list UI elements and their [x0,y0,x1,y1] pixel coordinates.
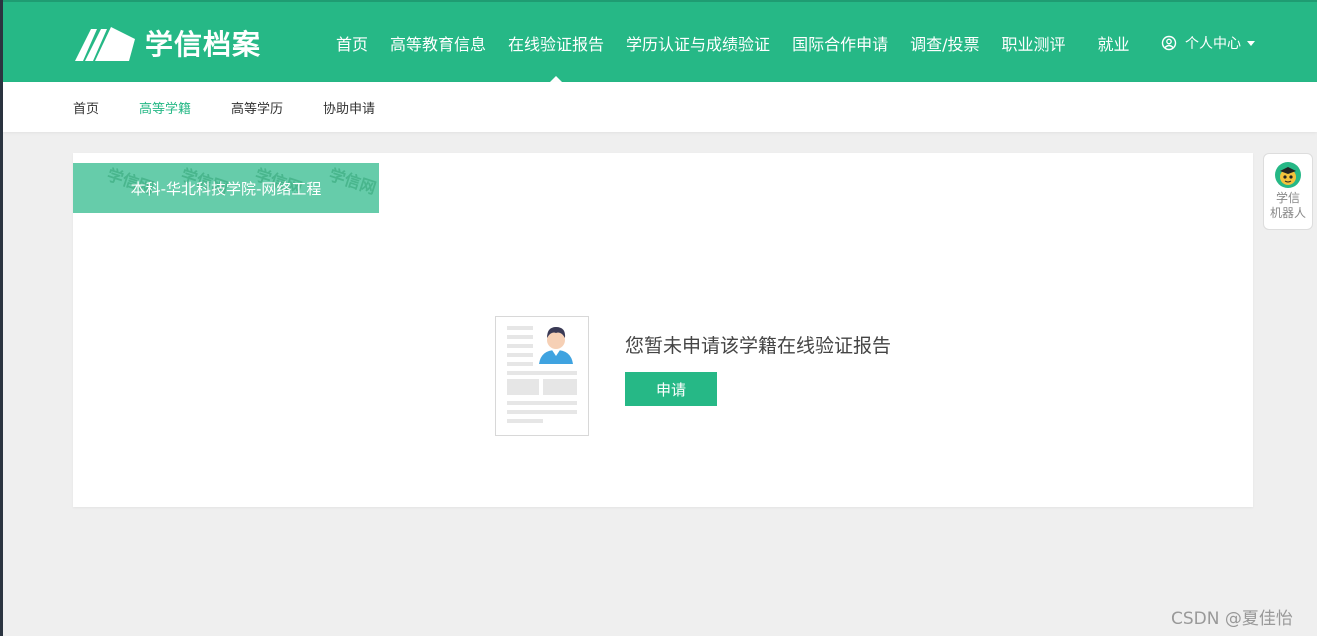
user-center-label: 个人中心 [1185,36,1241,52]
robot-icon [1275,162,1301,188]
nav-label: 就业 [1097,35,1130,54]
watermark-text: 学信网 [326,164,379,198]
logo-text: 学信档案 [145,28,262,61]
empty-message: 您暂未申请该学籍在线验证报告 [625,335,892,357]
subnav-higher-degree[interactable]: 高等学历 [231,98,283,117]
nav-higher-education-info[interactable]: 高等教育信息 [379,2,497,84]
robot-label-line2: 机器人 [1269,206,1306,220]
nav-label: 首页 [336,35,369,54]
nav-label: 国际合作申请 [792,35,889,54]
top-header: 学信档案 首页 高等教育信息 在线验证报告 学历认证与成绩验证 国际合作申请 调… [3,0,1317,84]
caret-down-icon [1247,40,1255,46]
robot-label: 学信 机器人 [1270,191,1306,221]
logo[interactable]: 学信档案 [73,22,261,64]
robot-widget[interactable]: 学信 机器人 [1263,153,1313,230]
subnav-assist-apply[interactable]: 协助申请 [323,98,375,117]
nav-career-assessment[interactable]: 职业测评 [990,2,1076,84]
subnav-home[interactable]: 首页 [73,98,99,117]
document-avatar-illustration [495,316,589,436]
nav-label: 学历认证与成绩验证 [626,35,771,54]
nav-label: 高等教育信息 [390,35,487,54]
enrollment-tag[interactable]: 学信网 学信网 学信网 学信网 本科-华北科技学院-网络工程 [73,163,379,213]
logo-icon [75,27,135,61]
nav-survey-vote[interactable]: 调查/投票 [899,2,990,84]
enrollment-card: 学信网 学信网 学信网 学信网 本科-华北科技学院-网络工程 您暂未申请该学籍在… [73,153,1253,507]
nav-degree-certification[interactable]: 学历认证与成绩验证 [615,2,781,84]
nav-international-cooperation[interactable]: 国际合作申请 [781,2,899,84]
nav-online-verification-report[interactable]: 在线验证报告 [497,2,615,84]
main-nav: 首页 高等教育信息 在线验证报告 学历认证与成绩验证 国际合作申请 调查/投票 … [325,2,1141,84]
sub-nav: 首页 高等学籍 高等学历 协助申请 [3,82,1317,132]
robot-label-line1: 学信 [1275,191,1300,205]
enrollment-tag-label: 本科-华北科技学院-网络工程 [130,179,322,198]
subnav-higher-enrollment[interactable]: 高等学籍 [139,98,191,117]
nav-home[interactable]: 首页 [325,2,379,84]
footer-watermark: CSDN @夏佳怡 [1171,609,1293,629]
nav-employment[interactable]: 就业 [1087,2,1141,84]
nav-label: 调查/投票 [910,35,980,54]
nav-label: 在线验证报告 [508,35,605,54]
user-circle-icon [1161,35,1177,51]
apply-button[interactable]: 申请 [625,372,717,406]
user-center-menu[interactable]: 个人中心 [1161,2,1255,84]
nav-label: 职业测评 [1001,35,1066,54]
